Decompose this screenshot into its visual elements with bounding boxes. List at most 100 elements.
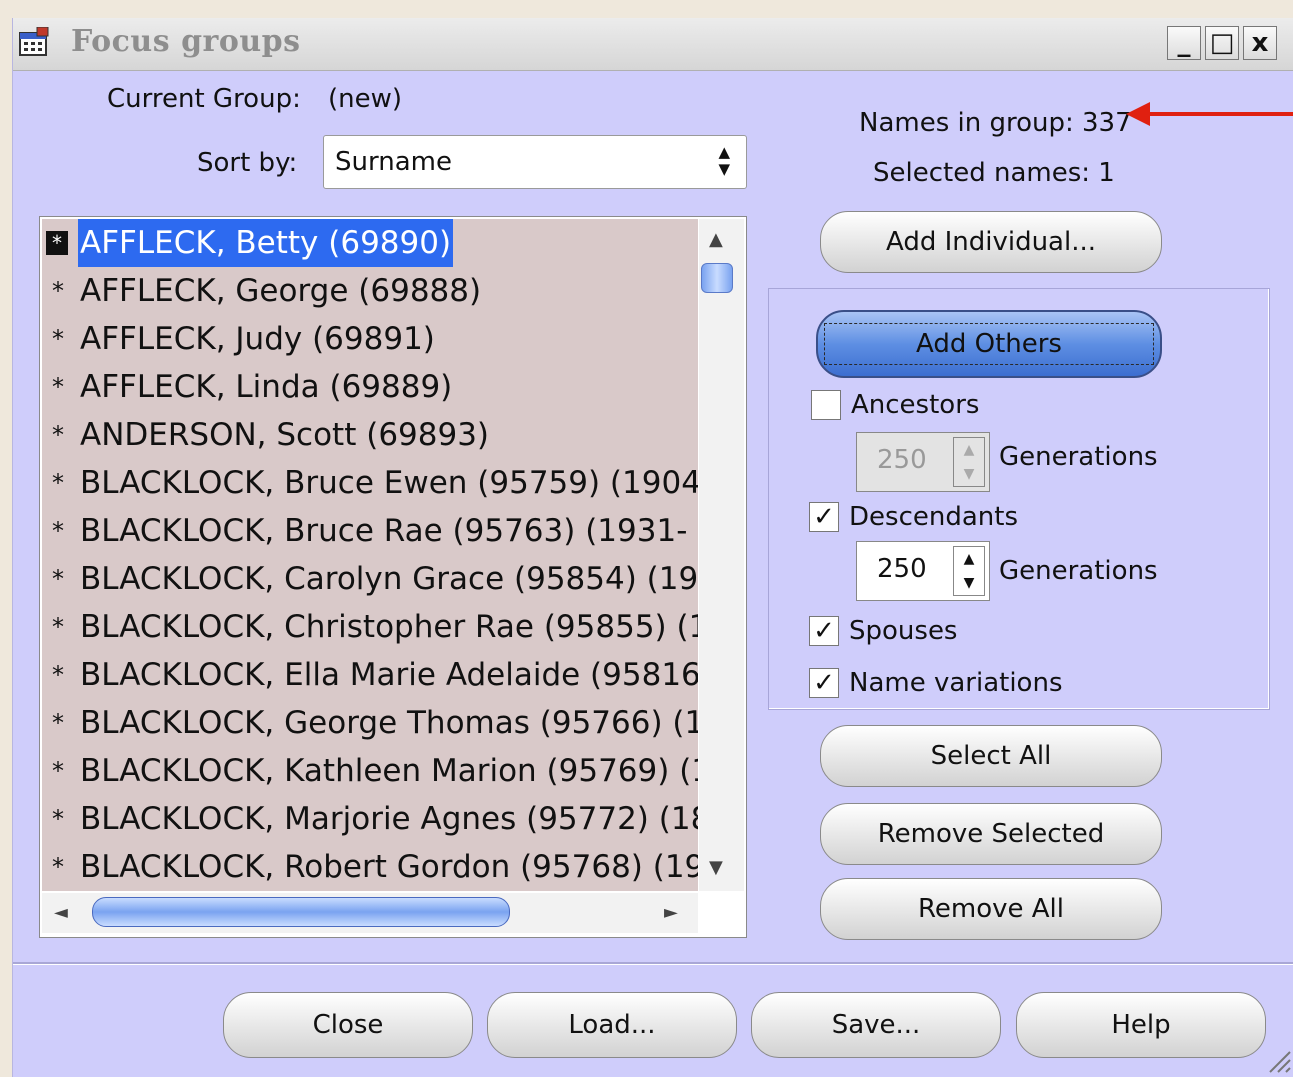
list-item[interactable]: * AFFLECK, Judy (69891) [42,315,698,363]
asterisk-marker-icon: * [52,805,64,833]
asterisk-marker-icon: * [52,277,64,305]
asterisk-marker-icon: * [52,661,64,689]
close-window-button[interactable]: x [1243,26,1277,60]
updown-arrows-icon: ▲ ▼ [718,143,730,178]
list-item[interactable]: * BLACKLOCK, Ella Marie Adelaide (95816) [42,651,698,699]
spin-down-icon: ▼ [963,466,975,482]
list-item[interactable]: * BLACKLOCK, Christopher Rae (95855) (1 [42,603,698,651]
remove-selected-button[interactable]: Remove Selected [820,803,1162,865]
list-item-label: BLACKLOCK, Carolyn Grace (95854) (197 [80,561,698,597]
sort-by-label: Sort by: [197,148,298,178]
sort-by-value: Surname [335,147,452,177]
list-item[interactable]: * BLACKLOCK, Carolyn Grace (95854) (197 [42,555,698,603]
asterisk-marker-icon: * [52,421,64,449]
ancestors-label: Ancestors [851,390,980,420]
list-item[interactable]: * ANDERSON, Scott (69893) [42,411,698,459]
list-item-label: BLACKLOCK, Bruce Rae (95763) (1931- [80,513,688,549]
list-item-label: AFFLECK, Linda (69889) [80,369,453,405]
scroll-right-icon[interactable]: ► [664,902,678,923]
names-listbox[interactable]: * AFFLECK, Betty (69890) * AFFLECK, George … [39,216,747,938]
horizontal-scroll-thumb[interactable] [92,897,510,927]
names-list[interactable]: * AFFLECK, Betty (69890) * AFFLECK, George … [42,219,698,891]
asterisk-marker-icon: * [46,231,68,255]
annotation-arrow-icon [1126,102,1150,126]
spin-down-icon[interactable]: ▼ [954,571,984,595]
list-item[interactable]: * BLACKLOCK, Marjorie Agnes (95772) (18 [42,795,698,843]
current-group-value: (new) [328,84,403,114]
list-item[interactable]: * AFFLECK, Linda (69889) [42,363,698,411]
current-group-label: Current Group: [107,84,301,114]
ancestors-checkbox[interactable] [811,390,841,420]
minimize-button[interactable]: _ [1167,26,1201,60]
ancestors-generations-value: 250 [877,445,927,475]
asterisk-marker-icon: * [52,757,64,785]
asterisk-marker-icon: * [52,853,64,881]
names-in-group-count: Names in group: 337 [859,108,1132,138]
close-button[interactable]: Close [223,992,473,1058]
descendants-label: Descendants [849,502,1018,532]
list-item-label: BLACKLOCK, George Thomas (95766) (1 [80,705,698,741]
annotation-arrow-line [1134,112,1293,116]
resize-grip-icon[interactable] [1266,1038,1292,1074]
horizontal-scrollbar[interactable]: ◄ ► [42,893,698,933]
list-item-label: BLACKLOCK, Kathleen Marion (95769) (1 [80,753,698,789]
scroll-up-icon[interactable]: ▲ [709,229,723,250]
selected-names-count: Selected names: 1 [873,158,1115,188]
asterisk-marker-icon: * [52,469,64,497]
add-others-button[interactable]: Add Others [816,310,1162,378]
list-item-label: BLACKLOCK, Robert Gordon (95768) (19 [80,849,698,885]
ancestors-generations-label: Generations [999,442,1158,472]
list-item[interactable]: * BLACKLOCK, Bruce Ewen (95759) (1904- [42,459,698,507]
maximize-button[interactable]: □ [1205,26,1239,60]
name-variations-checkbox[interactable]: ✓ [809,668,839,698]
list-item-label: ANDERSON, Scott (69893) [80,417,490,453]
list-item-label: AFFLECK, Betty (69890) [78,219,454,267]
spouses-checkbox[interactable]: ✓ [809,616,839,646]
add-individual-button[interactable]: Add Individual... [820,211,1162,273]
spinner-buttons[interactable]: ▲ ▼ [953,546,985,596]
window-app-icon [19,27,49,56]
list-item[interactable]: * BLACKLOCK, Kathleen Marion (95769) (1 [42,747,698,795]
add-others-label: Add Others [824,323,1154,365]
descendants-generations-spinner[interactable]: 250 ▲ ▼ [856,541,990,601]
save-button[interactable]: Save... [751,992,1001,1058]
sort-by-select[interactable]: Surname ▲ ▼ [323,135,747,189]
list-item[interactable]: * AFFLECK, Betty (69890) [42,219,698,267]
asterisk-marker-icon: * [52,517,64,545]
ancestors-generations-spinner: 250 ▲ ▼ [856,432,990,492]
list-item-label: BLACKLOCK, Christopher Rae (95855) (1 [80,609,698,645]
help-button[interactable]: Help [1016,992,1266,1058]
remove-all-button[interactable]: Remove All [820,878,1162,940]
list-item[interactable]: * BLACKLOCK, Robert Gordon (95768) (19 [42,843,698,891]
asterisk-marker-icon: * [52,613,64,641]
list-item[interactable]: * BLACKLOCK, Bruce Rae (95763) (1931- [42,507,698,555]
spouses-label: Spouses [849,616,958,646]
asterisk-marker-icon: * [52,565,64,593]
descendants-generations-value[interactable]: 250 [877,554,927,584]
title-bar[interactable]: Focus groups _ □ x [13,18,1293,71]
spin-up-icon: ▲ [963,442,975,458]
list-item[interactable]: * AFFLECK, George (69888) [42,267,698,315]
descendants-generations-label: Generations [999,556,1158,586]
spinner-buttons: ▲ ▼ [953,437,985,487]
spin-up-icon[interactable]: ▲ [954,547,984,571]
list-item[interactable]: * BLACKLOCK, George Thomas (95766) (1 [42,699,698,747]
vertical-scrollbar[interactable]: ▲ ▼ [699,219,744,891]
list-item-label: BLACKLOCK, Bruce Ewen (95759) (1904- [80,465,698,501]
scroll-left-icon[interactable]: ◄ [54,902,68,923]
load-button[interactable]: Load... [487,992,737,1058]
footer-divider [13,962,1293,965]
list-item-label: BLACKLOCK, Marjorie Agnes (95772) (18 [80,801,698,837]
asterisk-marker-icon: * [52,325,64,353]
scroll-down-icon[interactable]: ▼ [709,857,723,878]
focus-groups-window: Focus groups _ □ x Current Group: (new) … [12,18,1293,1077]
list-item-label: BLACKLOCK, Ella Marie Adelaide (95816) [80,657,698,693]
asterisk-marker-icon: * [52,373,64,401]
list-item-label: AFFLECK, Judy (69891) [80,321,435,357]
select-all-button[interactable]: Select All [820,725,1162,787]
name-variations-label: Name variations [849,668,1063,698]
window-title: Focus groups [71,24,301,59]
descendants-checkbox[interactable]: ✓ [809,502,839,532]
list-item-label: AFFLECK, George (69888) [80,273,482,309]
vertical-scroll-thumb[interactable] [701,263,733,293]
